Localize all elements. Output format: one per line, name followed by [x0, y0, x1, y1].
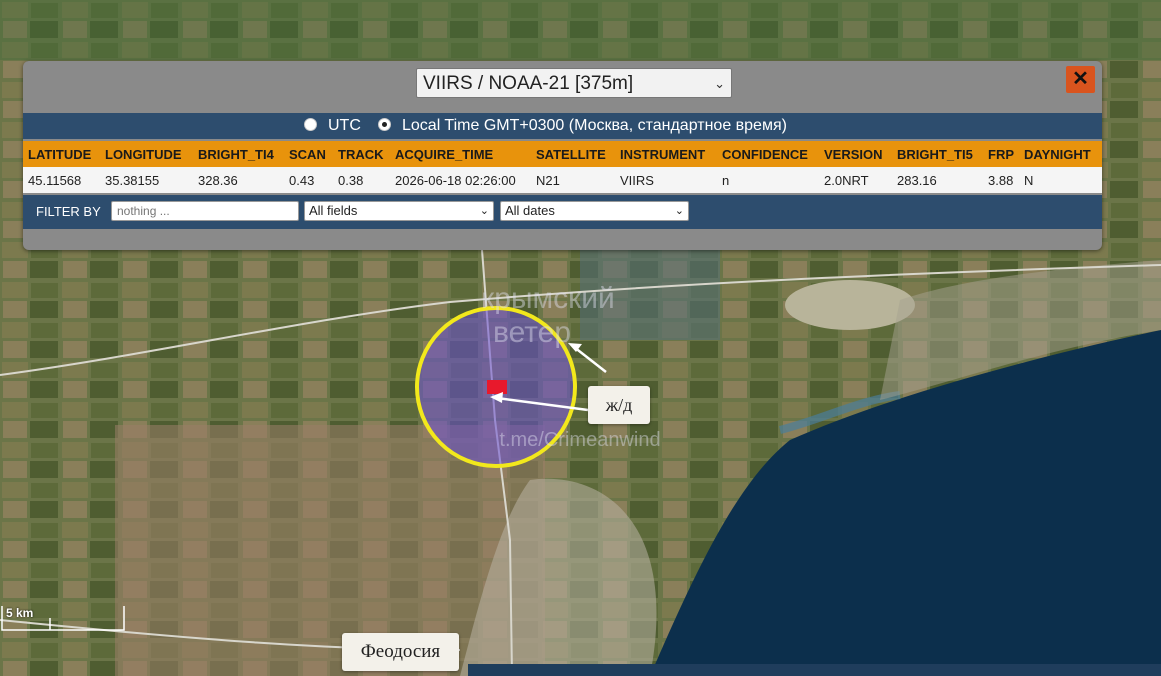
utc-radio[interactable]	[304, 118, 317, 131]
close-button[interactable]: ✕	[1066, 66, 1095, 93]
map-toolbar[interactable]	[468, 664, 1161, 676]
chevron-down-icon: ⌄	[714, 76, 725, 91]
filter-dates-value: All dates	[505, 203, 555, 218]
col-longitude[interactable]: LONGITUDE	[100, 141, 193, 167]
cell-bright-ti5: 283.16	[892, 167, 983, 193]
cell-frp: 3.88	[983, 167, 1019, 193]
watermark-line2: ветер	[493, 316, 571, 349]
chevron-down-icon: ⌄	[479, 205, 489, 217]
time-mode-row: UTC Local Time GMT+0300 (Москва, стандар…	[23, 113, 1102, 139]
chevron-down-icon: ⌄	[674, 205, 684, 217]
table-header-row: LATITUDE LONGITUDE BRIGHT_TI4 SCAN TRACK…	[23, 141, 1102, 167]
scale-label: 5 km	[6, 606, 34, 620]
cell-track: 0.38	[333, 167, 390, 193]
local-time-radio[interactable]	[378, 118, 391, 131]
city-label[interactable]: Феодосия	[342, 633, 459, 671]
cell-daynight: N	[1019, 167, 1102, 193]
satellite-select-value: VIIRS / NOAA-21 [375m]	[423, 73, 634, 94]
col-latitude[interactable]: LATITUDE	[23, 141, 100, 167]
cell-version: 2.0NRT	[819, 167, 892, 193]
col-bright-ti5[interactable]: BRIGHT_TI5	[892, 141, 983, 167]
col-track[interactable]: TRACK	[333, 141, 390, 167]
cell-scan: 0.43	[284, 167, 333, 193]
filter-input[interactable]	[111, 201, 299, 221]
fire-info-panel: VIIRS / NOAA-21 [375m] ⌄ ✕ UTC Local Tim…	[23, 61, 1102, 250]
col-version[interactable]: VERSION	[819, 141, 892, 167]
col-scan[interactable]: SCAN	[284, 141, 333, 167]
cell-latitude: 45.11568	[23, 167, 100, 193]
col-acquire-time[interactable]: ACQUIRE_TIME	[390, 141, 531, 167]
watermark-line1: крымский	[481, 282, 615, 315]
local-time-label: Local Time GMT+0300 (Москва, стандартное…	[402, 117, 787, 134]
cell-satellite: N21	[531, 167, 615, 193]
annotation-label: ж/д	[588, 386, 650, 424]
panel-header: VIIRS / NOAA-21 [375m] ⌄ ✕	[23, 61, 1102, 113]
filter-dates-select[interactable]: All dates ⌄	[500, 201, 689, 221]
cell-confidence: n	[717, 167, 819, 193]
map-scale: 5 km	[0, 604, 126, 634]
col-frp[interactable]: FRP	[983, 141, 1019, 167]
watermark-url: t.me/Crimeanwind	[499, 429, 660, 451]
col-bright-ti4[interactable]: BRIGHT_TI4	[193, 141, 284, 167]
filter-fields-select[interactable]: All fields ⌄	[304, 201, 494, 221]
col-confidence[interactable]: CONFIDENCE	[717, 141, 819, 167]
fire-marker	[487, 380, 507, 394]
cell-acquire-time: 2026-06-18 02:26:00	[390, 167, 531, 193]
col-instrument[interactable]: INSTRUMENT	[615, 141, 717, 167]
utc-label: UTC	[328, 117, 361, 134]
filter-label: FILTER BY	[36, 204, 101, 219]
col-daynight[interactable]: DAYNIGHT	[1019, 141, 1102, 167]
satellite-select[interactable]: VIIRS / NOAA-21 [375m] ⌄	[416, 68, 732, 98]
filter-fields-value: All fields	[309, 203, 358, 218]
filter-row: FILTER BY All fields ⌄ All dates ⌄	[23, 195, 1102, 229]
fire-data-table: LATITUDE LONGITUDE BRIGHT_TI4 SCAN TRACK…	[23, 141, 1102, 193]
table-row[interactable]: 45.11568 35.38155 328.36 0.43 0.38 2026-…	[23, 167, 1102, 193]
cell-instrument: VIIRS	[615, 167, 717, 193]
col-satellite[interactable]: SATELLITE	[531, 141, 615, 167]
cell-bright-ti4: 328.36	[193, 167, 284, 193]
cell-longitude: 35.38155	[100, 167, 193, 193]
